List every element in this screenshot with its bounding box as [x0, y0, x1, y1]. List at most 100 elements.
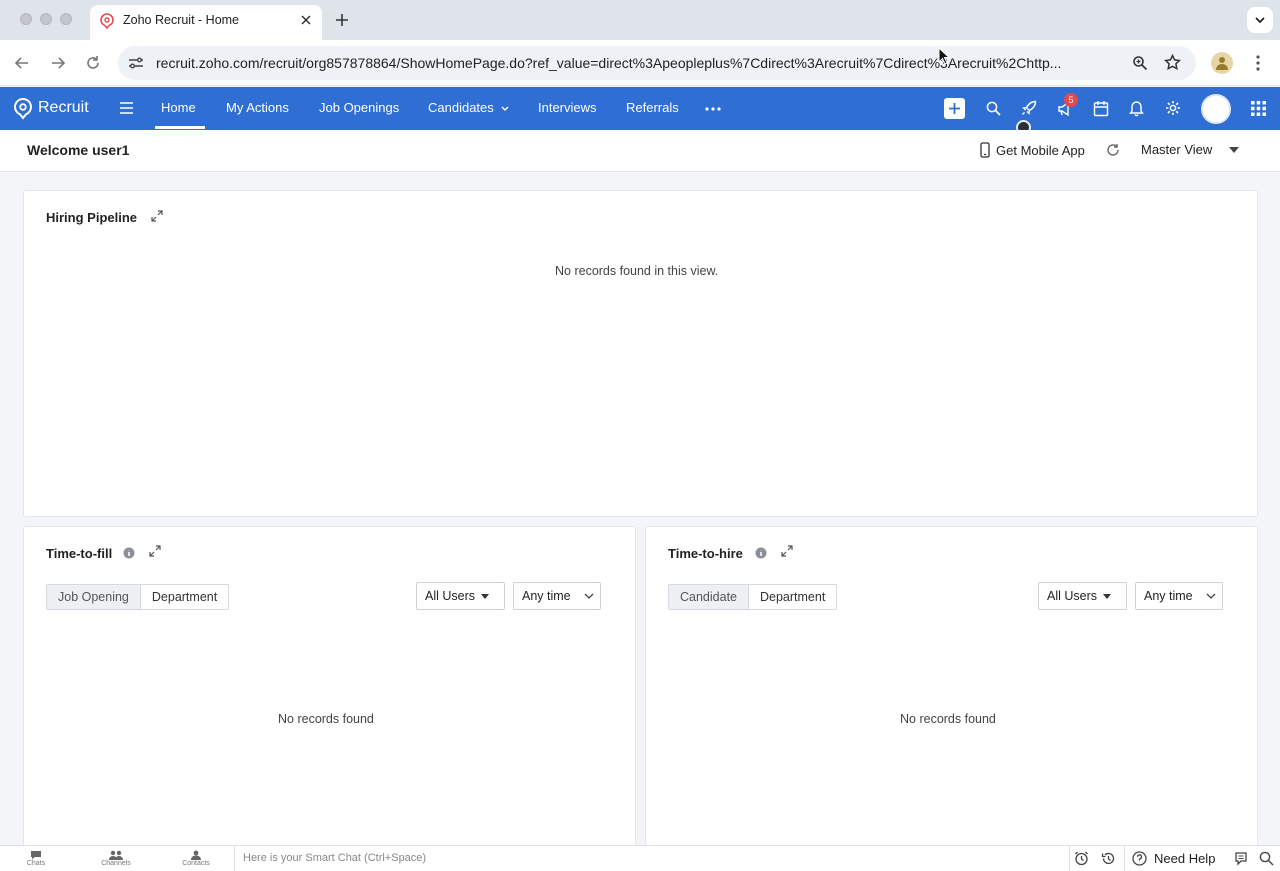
- chevron-down-icon: [1206, 593, 1216, 599]
- search-icon[interactable]: [986, 101, 1001, 116]
- recruit-logo-icon[interactable]: [13, 98, 33, 120]
- window-maximize-button[interactable]: [60, 13, 72, 25]
- footer-channels-label: Channels: [101, 860, 131, 867]
- smart-chat-input[interactable]: Here is your Smart Chat (Ctrl+Space): [234, 846, 1070, 871]
- browser-tab[interactable]: Zoho Recruit - Home: [90, 5, 322, 40]
- profile-avatar[interactable]: [1211, 52, 1233, 74]
- mouse-cursor-icon: [938, 47, 950, 65]
- window-minimize-button[interactable]: [40, 13, 52, 25]
- site-settings-icon[interactable]: [128, 56, 144, 70]
- quick-create-button[interactable]: [944, 98, 965, 119]
- tab-title: Zoho Recruit - Home: [123, 13, 240, 27]
- get-mobile-app-link[interactable]: Get Mobile App: [996, 143, 1085, 158]
- settings-gear-icon[interactable]: [1165, 100, 1181, 116]
- browser-tab-strip: Zoho Recruit - Home: [0, 0, 1280, 40]
- expand-icon[interactable]: [151, 210, 163, 222]
- expand-icon[interactable]: [781, 545, 793, 557]
- zoom-icon[interactable]: [1132, 55, 1148, 71]
- brand-name[interactable]: Recruit: [38, 87, 89, 130]
- chevron-down-icon: [1255, 17, 1265, 24]
- footer-contacts-label: Contacts: [182, 860, 210, 867]
- contacts-icon: [191, 850, 201, 860]
- time-to-fill-group-toggle: Job Opening Department: [46, 584, 230, 610]
- view-selector[interactable]: Master View: [1141, 142, 1212, 157]
- users-dropdown-value: All Users: [425, 589, 476, 603]
- tab-department[interactable]: Department: [139, 585, 228, 609]
- rocket-icon[interactable]: [1021, 100, 1037, 116]
- footer-chats-label: Chats: [26, 860, 46, 867]
- footer-chats[interactable]: Chats: [6, 848, 66, 867]
- time-to-hire-panel: Time-to-hire Candidate Department All Us…: [645, 526, 1258, 856]
- period-dropdown[interactable]: Any time: [513, 582, 601, 610]
- footer-search-icon[interactable]: [1259, 851, 1274, 866]
- zoho-recruit-favicon-icon: [100, 13, 114, 29]
- time-to-hire-title: Time-to-hire: [668, 546, 743, 561]
- tab-department[interactable]: Department: [748, 585, 836, 609]
- bell-icon[interactable]: [1129, 100, 1144, 117]
- new-tab-icon[interactable]: [335, 13, 349, 27]
- chat-bubble-icon: [31, 851, 41, 859]
- view-caret-down-icon[interactable]: [1229, 147, 1239, 153]
- notification-count: 5: [1064, 93, 1078, 107]
- back-arrow-icon[interactable]: [14, 55, 30, 71]
- period-dropdown-value: Any time: [1144, 589, 1193, 603]
- nav-my-actions[interactable]: My Actions: [226, 87, 289, 130]
- tab-search-button[interactable]: [1247, 7, 1273, 33]
- tab-candidate[interactable]: Candidate: [669, 585, 748, 609]
- address-bar[interactable]: recruit.zoho.com/recruit/org857878864/Sh…: [118, 46, 1196, 80]
- welcome-text: Welcome user1: [27, 142, 130, 158]
- nav-home[interactable]: Home: [161, 87, 196, 130]
- history-icon[interactable]: [1101, 851, 1116, 866]
- user-avatar[interactable]: [1201, 94, 1231, 124]
- info-icon[interactable]: [123, 547, 135, 559]
- users-dropdown-value: All Users: [1047, 589, 1098, 603]
- alarm-clock-icon[interactable]: [1074, 851, 1089, 866]
- time-to-fill-title: Time-to-fill: [46, 546, 113, 561]
- users-dropdown[interactable]: All Users: [416, 582, 505, 610]
- channels-icon: [109, 850, 123, 860]
- plus-icon: [949, 103, 960, 114]
- time-to-hire-empty-message: No records found: [900, 712, 996, 726]
- need-help-button[interactable]: Need Help: [1124, 846, 1228, 871]
- browser-toolbar: recruit.zoho.com/recruit/org857878864/Sh…: [0, 40, 1280, 86]
- info-icon[interactable]: [755, 547, 767, 559]
- more-options-icon[interactable]: [705, 107, 721, 111]
- notification-badge: 5: [1064, 93, 1078, 107]
- time-to-hire-group-toggle: Candidate Department: [668, 584, 838, 610]
- nav-referrals[interactable]: Referrals: [626, 87, 679, 130]
- home-subheader: Welcome user1 Get Mobile App Master View: [0, 130, 1280, 172]
- mobile-phone-icon: [980, 142, 990, 158]
- hiring-pipeline-empty-message: No records found in this view.: [555, 264, 719, 278]
- nav-candidates[interactable]: Candidates: [428, 87, 494, 130]
- app-navigation-bar: Recruit Home My Actions Job Openings Can…: [0, 87, 1280, 135]
- footer-contacts[interactable]: Contacts: [166, 848, 226, 867]
- active-nav-indicator: [155, 126, 205, 129]
- caret-down-icon: [1103, 594, 1111, 599]
- period-dropdown-value: Any time: [522, 589, 571, 603]
- person-icon: [1216, 57, 1228, 70]
- calendar-icon[interactable]: [1093, 100, 1109, 117]
- window-close-button[interactable]: [20, 13, 32, 25]
- footer-channels[interactable]: Channels: [86, 848, 146, 867]
- time-to-fill-empty-message: No records found: [278, 712, 374, 726]
- refresh-icon[interactable]: [1106, 143, 1120, 157]
- hamburger-menu-icon[interactable]: [120, 102, 133, 114]
- users-dropdown[interactable]: All Users: [1038, 582, 1127, 610]
- nav-job-openings[interactable]: Job Openings: [319, 87, 399, 130]
- tab-job-opening[interactable]: Job Opening: [47, 585, 140, 609]
- period-dropdown[interactable]: Any time: [1135, 582, 1223, 610]
- candidates-chevron-down-icon[interactable]: [501, 106, 509, 112]
- url-text: recruit.zoho.com/recruit/org857878864/Sh…: [156, 55, 1062, 71]
- hiring-pipeline-panel: Hiring Pipeline No records found in this…: [23, 190, 1258, 517]
- app-grid-icon[interactable]: [1251, 101, 1266, 116]
- reload-icon[interactable]: [85, 55, 101, 71]
- expand-icon[interactable]: [149, 545, 161, 557]
- caret-down-icon: [481, 594, 489, 599]
- time-to-fill-panel: Time-to-fill Job Opening Department All …: [23, 526, 636, 856]
- bookmark-star-icon[interactable]: [1164, 54, 1181, 71]
- close-tab-icon[interactable]: [300, 14, 312, 26]
- nav-interviews[interactable]: Interviews: [538, 87, 597, 130]
- feedback-icon[interactable]: [1234, 851, 1248, 866]
- browser-menu-icon[interactable]: [1254, 54, 1262, 72]
- forward-arrow-icon[interactable]: [50, 55, 66, 71]
